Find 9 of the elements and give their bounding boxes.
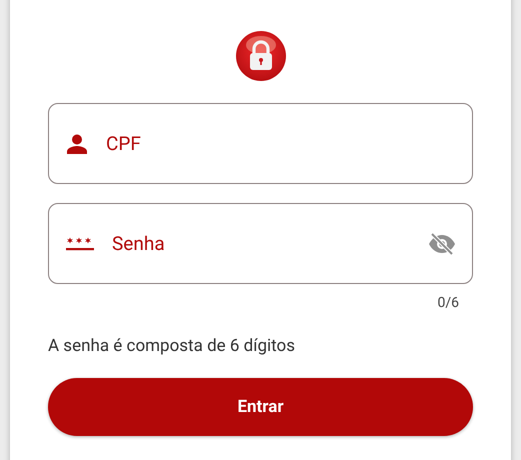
password-field[interactable]: Senha bbox=[112, 232, 410, 255]
padlock-logo-icon bbox=[234, 30, 286, 82]
eye-off-icon[interactable] bbox=[428, 232, 456, 254]
login-button[interactable]: Entrar bbox=[48, 378, 473, 436]
cpf-field[interactable]: CPF bbox=[106, 132, 456, 155]
password-icon bbox=[66, 236, 94, 250]
helper-text: A senha é composta de 6 dígitos bbox=[48, 336, 296, 356]
person-icon bbox=[66, 134, 88, 154]
character-counter: 0/6 bbox=[437, 295, 459, 311]
